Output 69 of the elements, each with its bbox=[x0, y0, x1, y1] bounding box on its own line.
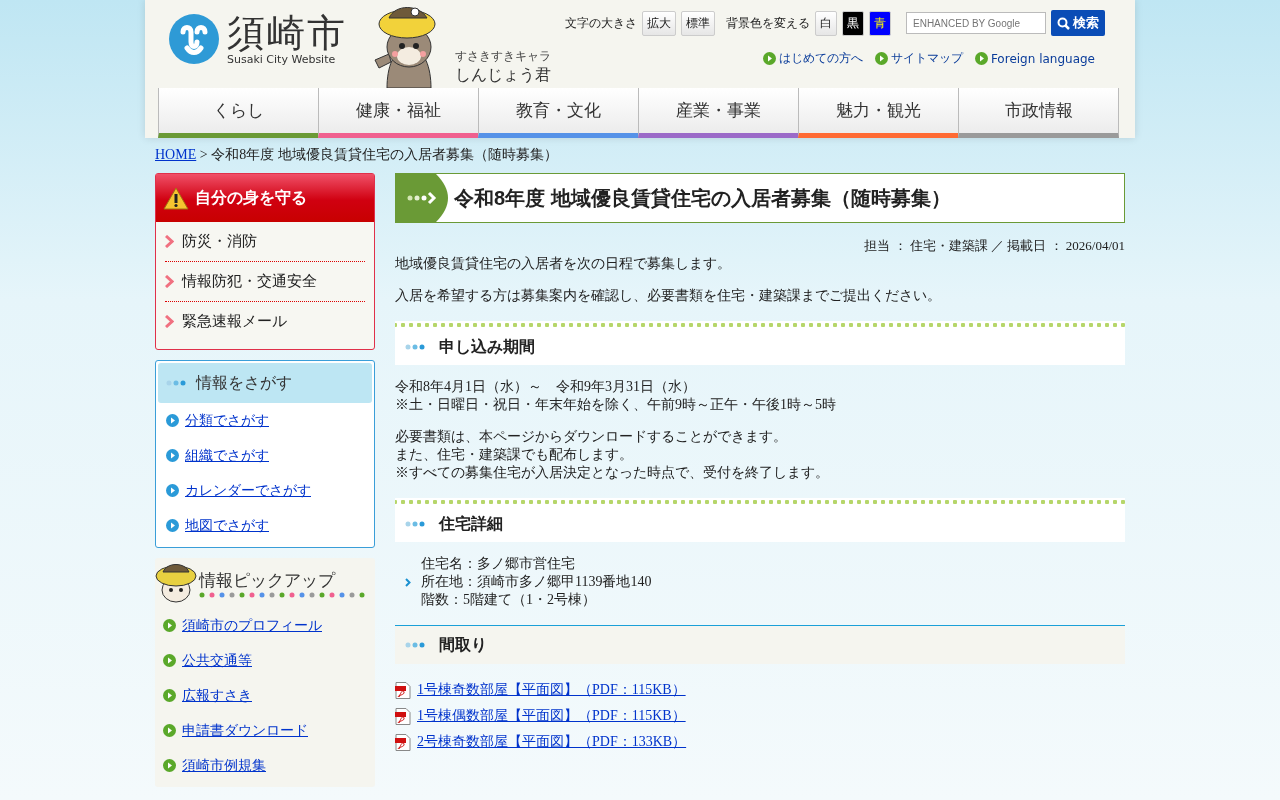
chevron-icon bbox=[165, 315, 174, 328]
site-name: 須崎市 bbox=[227, 12, 347, 53]
site-subtitle: Susaki City Website bbox=[227, 52, 337, 66]
pickup-link[interactable]: 須崎市例規集 bbox=[182, 756, 266, 775]
nav-tab[interactable]: 市政情報 bbox=[958, 88, 1119, 138]
search-button[interactable]: 検索 bbox=[1051, 10, 1105, 36]
find-link[interactable]: カレンダーでさがす bbox=[185, 481, 311, 500]
mascot-caption: すさきすきキャラ bbox=[455, 48, 551, 65]
body-text: 必要書類は、本ページからダウンロードすることができます。 また、住宅・建築課でも配布します。 ※すべての募集住宅が入居決定となった時点で、受付を終了します。 bbox=[395, 428, 830, 482]
page-meta: 担当 ： 住宅・建築課 ／ 掲載日 ： 2026/04/01 bbox=[863, 237, 1125, 255]
logo-icon bbox=[169, 14, 219, 64]
body-text: 令和8年4月1日（水）～ 令和9年3月31日（水） ※土・日曜日・祝日・年末年始を除く、午前9時～正午・午後1時～5時 bbox=[395, 378, 837, 414]
pickup-title: 情報ピックアップ bbox=[199, 568, 337, 592]
safety-link[interactable]: 防災・消防 bbox=[165, 222, 365, 262]
pdf-link[interactable]: 1号棟偶数部屋【平面図】（PDF：115KB） bbox=[417, 707, 686, 725]
page-title: 令和8年度 地域優良賃貸住宅の入居者募集（随時募集） bbox=[453, 185, 951, 211]
pdf-icon bbox=[395, 707, 411, 725]
nav-tab[interactable]: 健康・福祉 bbox=[318, 88, 478, 138]
breadcrumb-separator: > bbox=[199, 147, 208, 162]
nav-tab[interactable]: 産業・事業 bbox=[638, 88, 798, 138]
font-size-button[interactable]: 拡大 bbox=[642, 10, 676, 36]
chevron-icon bbox=[165, 275, 174, 288]
breadcrumb-current: 令和8年度 地域優良賃貸住宅の入居者募集（随時募集） bbox=[211, 147, 558, 162]
pickup-link[interactable]: 広報すさき bbox=[182, 686, 252, 705]
pdf-link[interactable]: 2号棟奇数部屋【平面図】（PDF：133KB） bbox=[417, 733, 687, 751]
nav-tab[interactable]: くらし bbox=[158, 88, 318, 138]
mascot-face-icon bbox=[155, 562, 197, 604]
chevron-icon bbox=[165, 235, 174, 248]
section-title: 間取り bbox=[439, 634, 487, 655]
warning-icon bbox=[163, 186, 189, 210]
nav-tab[interactable]: 魅力・観光 bbox=[798, 88, 958, 138]
chevron-icon bbox=[405, 577, 411, 587]
background-color-button[interactable]: 白 bbox=[815, 10, 837, 36]
safety-link[interactable]: 情報防犯・交通安全 bbox=[165, 262, 365, 302]
safety-header: 自分の身を守る bbox=[156, 174, 374, 222]
pickup-link[interactable]: 申請書ダウンロード bbox=[182, 721, 308, 740]
find-link[interactable]: 地図でさがす bbox=[185, 516, 269, 535]
housing-details: 住宅名：多ノ郷市営住宅 所在地：須崎市多ノ郷甲1139番地140 階数：5階建て（1・2号棟） bbox=[421, 555, 652, 609]
intro-text: 地域優良賃貸住宅の入居者を次の日程で募集します。 bbox=[395, 255, 732, 273]
search-field[interactable]: ENHANCED BY Google bbox=[906, 12, 1046, 34]
intro-text: 入居を希望する方は募集案内を確認し、必要書類を住宅・建築課までご提出ください。 bbox=[395, 287, 942, 305]
header-link[interactable]: サイトマップ bbox=[874, 50, 963, 67]
pickup-link[interactable]: 須崎市のプロフィール bbox=[182, 616, 322, 635]
three-dots-icon bbox=[405, 521, 425, 527]
find-link[interactable]: 組織でさがす bbox=[185, 446, 269, 465]
pdf-icon bbox=[395, 681, 411, 699]
three-dots-icon bbox=[166, 380, 186, 386]
background-color-button[interactable]: 青 bbox=[869, 10, 891, 36]
three-dots-icon bbox=[405, 344, 425, 350]
background-color-button[interactable]: 黒 bbox=[842, 10, 864, 36]
header-link[interactable]: Foreign language bbox=[974, 50, 1095, 67]
font-size-label: 文字の大きさ bbox=[565, 14, 637, 32]
pickup-link[interactable]: 公共交通等 bbox=[182, 651, 252, 670]
three-dots-icon bbox=[405, 642, 425, 648]
home-link[interactable]: HOME bbox=[155, 147, 197, 162]
find-link[interactable]: 分類でさがす bbox=[185, 411, 269, 430]
find-header: 情報をさがす bbox=[158, 363, 372, 403]
header-link[interactable]: はじめての方へ bbox=[762, 50, 863, 67]
pdf-icon bbox=[395, 733, 411, 751]
pdf-link[interactable]: 1号棟奇数部屋【平面図】（PDF：115KB） bbox=[417, 681, 686, 699]
font-size-button[interactable]: 標準 bbox=[681, 10, 715, 36]
background-color-label: 背景色を変える bbox=[726, 14, 810, 32]
safety-link[interactable]: 緊急速報メール bbox=[165, 302, 365, 341]
nav-tab[interactable]: 教育・文化 bbox=[478, 88, 638, 138]
section-title: 住宅詳細 bbox=[439, 513, 503, 534]
search-icon bbox=[1057, 16, 1070, 30]
dotted-divider-icon bbox=[199, 591, 367, 598]
mascot-name: しんじょう君 bbox=[455, 65, 551, 86]
section-title: 申し込み期間 bbox=[439, 336, 535, 357]
